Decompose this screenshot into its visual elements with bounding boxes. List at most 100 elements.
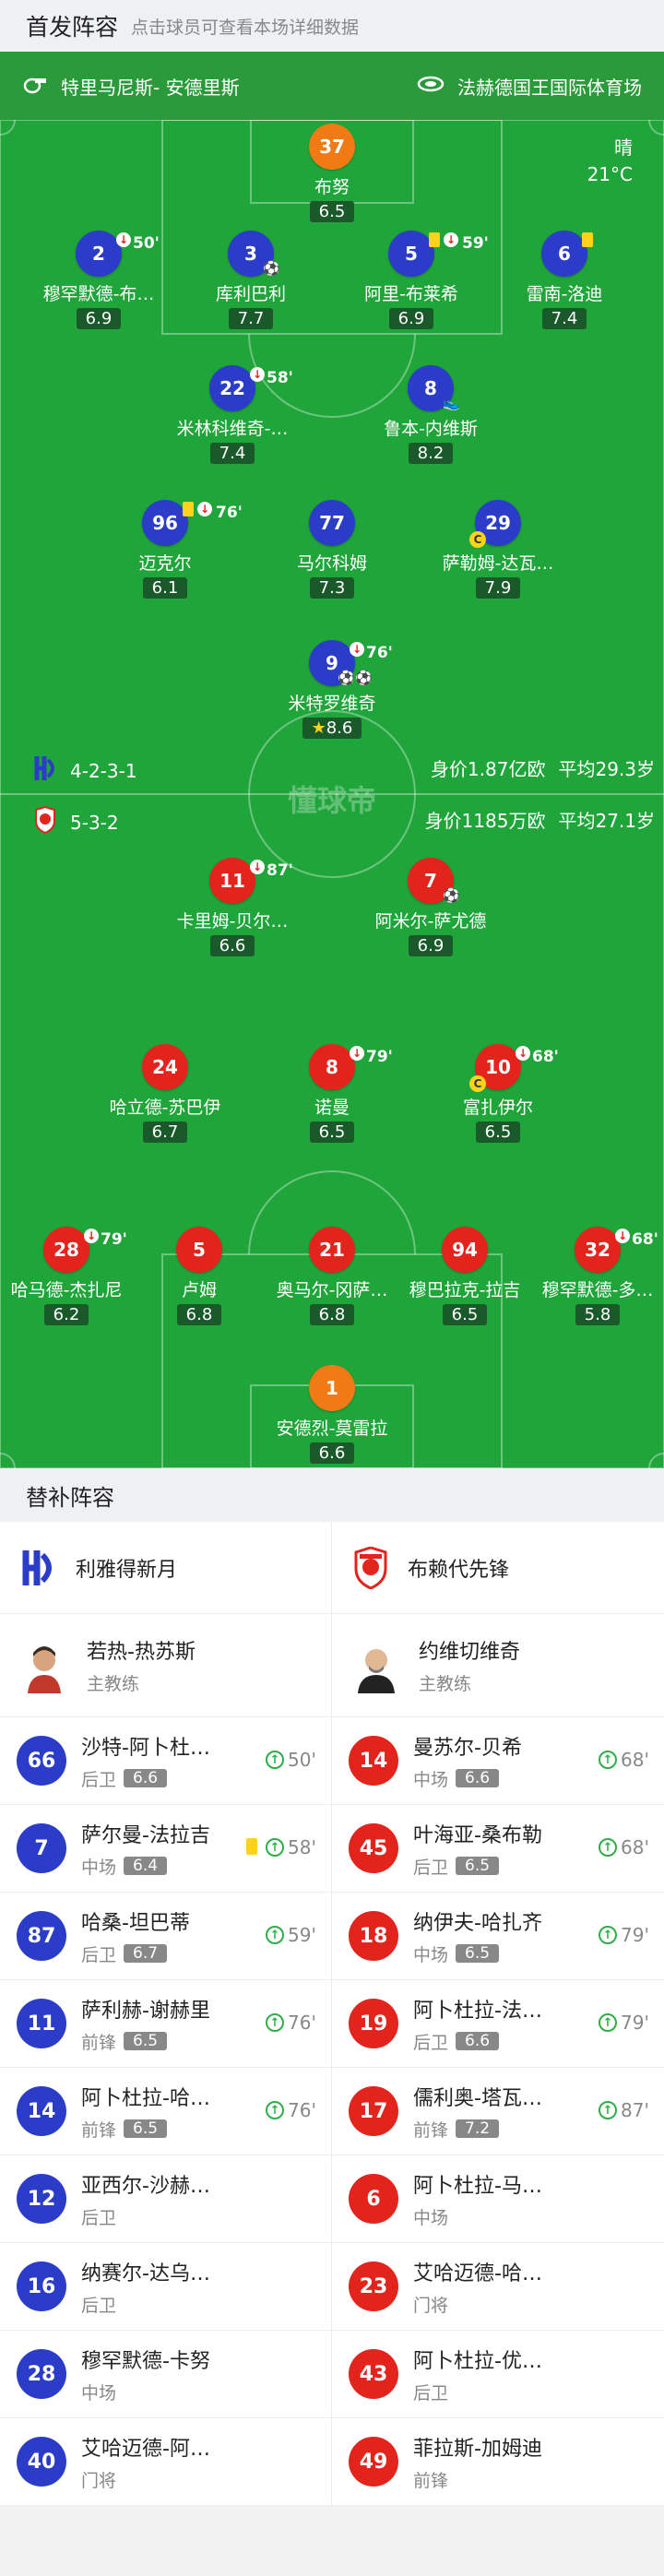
sub-minute: 68'	[632, 1230, 658, 1249]
home-formation: 4-2-3-1	[33, 754, 137, 787]
coach-avatar	[349, 1637, 404, 1693]
sub-in-arrow-icon: ↑	[266, 2101, 285, 2119]
sub-position: 中场	[413, 1944, 449, 1965]
sub-position: 中场	[81, 2382, 117, 2404]
subs-team-row: 利雅得新月 布赖代先锋	[0, 1522, 664, 1614]
sub-position: 前锋	[413, 2470, 449, 2491]
player-home-22[interactable]: 22 ↓ 58' 米林科维奇-… 7.4	[149, 365, 315, 464]
sub-out-icon: ↓	[615, 1229, 630, 1243]
player-home-5[interactable]: 5 ↓ 59' 阿里-布莱希 6.9	[328, 231, 494, 329]
player-home-2[interactable]: 2 ↓ 50' 穆罕默德-布… 6.9	[16, 231, 182, 329]
sub-out-icon: ↓	[250, 860, 265, 874]
player-home-9[interactable]: 9 ↓ 76' ⚽⚽ 米特罗维奇 ★8.6	[249, 640, 415, 739]
home-team-header[interactable]: 利雅得新月	[0, 1522, 332, 1613]
yellow-card-icon	[183, 502, 194, 516]
home-coach[interactable]: 若热-热苏斯 主教练	[0, 1614, 332, 1716]
away-team-header[interactable]: 布赖代先锋	[332, 1522, 664, 1613]
weather-condition: 晴	[614, 137, 633, 159]
sub-player[interactable]: 66 沙特-阿卜杜… 后卫 6.6 ↑ 50'	[0, 1717, 332, 1804]
sub-player[interactable]: 49 菲拉斯-加姆迪 前锋	[332, 2418, 664, 2505]
sub-player[interactable]: 28 穆罕默德-卡努 中场	[0, 2331, 332, 2417]
sub-minute: 76'	[366, 644, 393, 662]
sub-out-icon: ↓	[197, 502, 212, 516]
sub-player[interactable]: 11 萨利赫-谢赫里 前锋 6.5 ↑ 76'	[0, 1980, 332, 2067]
sub-row: 87 哈桑-坦巴蒂 后卫 6.7 ↑ 59' 18 纳伊夫-哈扎齐 中场 6.5 ↑ 79'	[0, 1893, 664, 1980]
away-team-stats: 身价1185万欧 平均27.1岁	[424, 810, 655, 832]
sub-player[interactable]: 7 萨尔曼-法拉吉 中场 6.4 ↑ 58'	[0, 1805, 332, 1892]
player-name: 库利巴利	[215, 284, 286, 304]
player-home-6[interactable]: 6 雷南-洛迪 7.4	[481, 231, 647, 329]
sub-player[interactable]: 87 哈桑-坦巴蒂 后卫 6.7 ↑ 59'	[0, 1893, 332, 1979]
sub-name: 纳伊夫-哈扎齐	[413, 1911, 542, 1935]
sub-number: 14	[17, 2086, 66, 2136]
sub-rating: 6.7	[124, 1944, 168, 1963]
assist-icon: 👟	[443, 395, 460, 411]
sub-minute: 87'	[267, 861, 293, 880]
sub-number: 6	[349, 2174, 398, 2224]
player-number: 21	[309, 1227, 355, 1273]
yellow-card-icon	[429, 232, 440, 247]
sub-player[interactable]: 45 叶海亚-桑布勒 后卫 6.5 ↑ 68'	[332, 1805, 664, 1892]
player-away-10[interactable]: 10 ↓ 68' C 富扎伊尔 6.5	[415, 1044, 581, 1143]
sub-player[interactable]: 17 儒利奥-塔瓦… 前锋 7.2 ↑ 87'	[332, 2068, 664, 2155]
sub-position: 中场	[413, 2207, 449, 2228]
player-away-1[interactable]: 1 安德烈-莫雷拉 6.6	[249, 1365, 415, 1464]
sub-position: 门将	[413, 2295, 449, 2316]
sub-in-time: ↑ 87'	[599, 2099, 649, 2121]
sub-minute: 76'	[216, 504, 243, 522]
player-away-8[interactable]: 8 ↓ 79' 诺曼 6.5	[249, 1044, 415, 1143]
player-number: 22	[219, 377, 245, 399]
player-name: 富扎伊尔	[462, 1098, 533, 1118]
sub-player[interactable]: 12 亚西尔-沙赫… 后卫	[0, 2155, 332, 2242]
player-away-7[interactable]: 7 ⚽ 阿米尔-萨尤德 6.9	[348, 858, 514, 956]
player-away-11[interactable]: 11 ↓ 87' 卡里姆-贝尔… 6.6	[149, 858, 315, 956]
sub-player[interactable]: 14 曼苏尔-贝希 中场 6.6 ↑ 68'	[332, 1717, 664, 1804]
player-number: 6	[558, 243, 571, 265]
sub-player[interactable]: 14 阿卜杜拉-哈… 前锋 6.5 ↑ 76'	[0, 2068, 332, 2155]
sub-player[interactable]: 23 艾哈迈德-哈… 门将	[332, 2243, 664, 2330]
away-coach[interactable]: 约维切维奇 主教练	[332, 1614, 664, 1716]
player-rating: 6.6	[209, 935, 255, 956]
player-rating: 8.2	[408, 443, 454, 464]
player-home-29[interactable]: 29 C 萨勒姆-达瓦… 7.9	[415, 500, 581, 599]
sub-rating: 6.6	[456, 2032, 500, 2050]
player-name: 诺曼	[314, 1098, 350, 1118]
coach-role: 主教练	[419, 1674, 472, 1694]
sub-row: 7 萨尔曼-法拉吉 中场 6.4 ↑ 58' 45 叶海亚-桑布勒 后卫 6.5 ↑ 68'	[0, 1805, 664, 1893]
player-home-77[interactable]: 77 马尔科姆 7.3	[249, 500, 415, 599]
sub-player[interactable]: 18 纳伊夫-哈扎齐 中场 6.5 ↑ 79'	[332, 1893, 664, 1979]
player-home-96[interactable]: 96 ↓ 76' 迈克尔 6.1	[82, 500, 248, 599]
player-away-32[interactable]: 32 ↓ 68' 穆罕默德-多… 5.8	[515, 1227, 664, 1325]
player-home-8[interactable]: 8 👟 鲁本-内维斯 8.2	[348, 365, 514, 464]
player-home-3[interactable]: 3 ⚽ 库利巴利 7.7	[168, 231, 334, 329]
sub-name: 阿卜杜拉-哈…	[81, 2086, 210, 2110]
sub-in-time: ↑ 68'	[599, 1836, 649, 1858]
sub-player[interactable]: 43 阿卜杜拉-优… 后卫	[332, 2331, 664, 2417]
captain-badge-icon: C	[469, 1075, 486, 1092]
sub-number: 11	[17, 1999, 66, 2048]
sub-name: 纳赛尔-达乌…	[81, 2261, 210, 2285]
player-number: 32	[585, 1239, 611, 1261]
sub-row: 40 艾哈迈德-阿… 门将 49 菲拉斯-加姆迪 前锋	[0, 2418, 664, 2506]
sub-out-icon: ↓	[250, 367, 265, 382]
sub-player[interactable]: 6 阿卜杜拉-马… 中场	[332, 2155, 664, 2242]
player-away-24[interactable]: 24 哈立德-苏巴伊 6.7	[82, 1044, 248, 1143]
page-subtitle: 点击球员可查看本场详细数据	[131, 17, 360, 38]
player-home-37[interactable]: 37 布努 6.5	[249, 124, 415, 222]
sub-player[interactable]: 40 艾哈迈德-阿… 门将	[0, 2418, 332, 2505]
coach-role: 主教练	[87, 1674, 140, 1694]
sub-number: 43	[349, 2349, 398, 2399]
sub-position: 后卫	[413, 2382, 449, 2404]
sub-number: 40	[17, 2437, 66, 2487]
player-name: 阿米尔-萨尤德	[374, 911, 487, 932]
sub-name: 叶海亚-桑布勒	[413, 1823, 542, 1847]
sub-out-icon: ↓	[350, 642, 364, 657]
player-number: 28	[53, 1239, 79, 1261]
sub-position: 前锋	[81, 2119, 117, 2141]
player-name: 迈克尔	[138, 553, 192, 574]
sub-row: 12 亚西尔-沙赫… 后卫 6 阿卜杜拉-马… 中场	[0, 2155, 664, 2243]
player-name: 马尔科姆	[296, 553, 367, 574]
sub-player[interactable]: 16 纳赛尔-达乌… 后卫	[0, 2243, 332, 2330]
sub-in-arrow-icon: ↑	[266, 1926, 285, 1944]
sub-player[interactable]: 19 阿卜杜拉-法… 后卫 6.6 ↑ 79'	[332, 1980, 664, 2067]
